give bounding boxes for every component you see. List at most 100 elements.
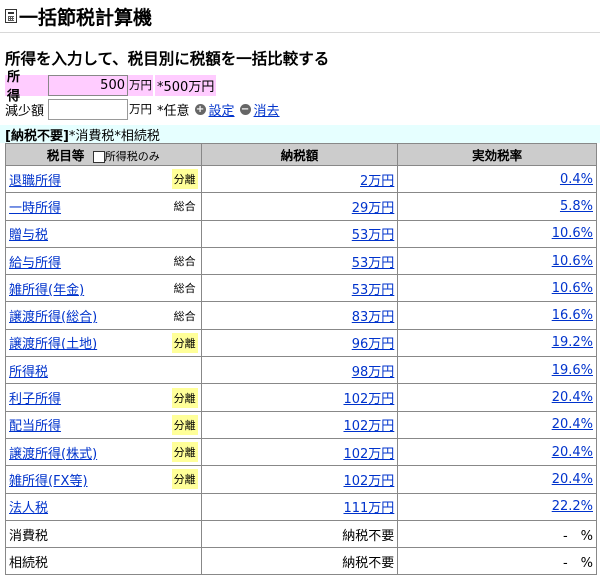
tax-free-text: *消費税*相続税 bbox=[68, 128, 160, 144]
tax-name[interactable]: 利子所得 bbox=[9, 388, 61, 407]
tax-amount[interactable]: 111万円 bbox=[343, 501, 394, 516]
rate-cell: 0.4% bbox=[397, 164, 597, 194]
table-row: 利子所得 分離 102万円 20.4% bbox=[5, 383, 597, 412]
amount-cell: 2万円 bbox=[200, 164, 399, 194]
effective-rate[interactable]: 10.6% bbox=[552, 254, 593, 269]
tax-name-cell: 一時所得 総合 bbox=[5, 192, 202, 221]
effective-rate[interactable]: 20.4% bbox=[552, 472, 593, 487]
effective-rate[interactable]: 19.2% bbox=[552, 335, 593, 350]
tax-free-line: [納税不要] *消費税*相続税 bbox=[0, 125, 600, 144]
tax-name: 消費税 bbox=[9, 528, 49, 544]
table-row: 法人税 111万円 22.2% bbox=[5, 492, 597, 521]
tax-name-cell: 給与所得 総合 bbox=[5, 246, 202, 276]
tax-name[interactable]: 雑所得(年金) bbox=[9, 279, 84, 298]
tax-name[interactable]: 給与所得 bbox=[9, 252, 61, 271]
tax-name[interactable]: 譲渡所得(土地) bbox=[9, 333, 97, 352]
table-body: 退職所得 分離 2万円 0.4% 一時所得 総合 29万円 5.8% 贈与税 53万円 10.6% 給… bbox=[5, 164, 597, 576]
rate-cell: 10.6% bbox=[397, 274, 597, 303]
tax-amount[interactable]: 102万円 bbox=[343, 419, 394, 434]
amount-cell: 納税不要 bbox=[200, 547, 399, 576]
tax-name[interactable]: 譲渡所得(株式) bbox=[9, 443, 97, 462]
income-input[interactable]: 500 bbox=[48, 74, 128, 96]
tax-name[interactable]: 配当所得 bbox=[9, 415, 61, 434]
tax-category-tag: 総合 bbox=[173, 282, 196, 296]
tax-amount[interactable]: 53万円 bbox=[352, 256, 395, 271]
tax-name-cell: 雑所得(年金) 総合 bbox=[5, 274, 202, 303]
tax-category-tag: 分離 bbox=[171, 332, 198, 353]
amount-cell: 53万円 bbox=[200, 219, 399, 248]
minus-circle-icon[interactable]: − bbox=[239, 103, 251, 115]
tax-amount: 納税不要 bbox=[342, 555, 395, 571]
amount-cell: 53万円 bbox=[200, 274, 399, 303]
deduction-unit: 万円 bbox=[129, 102, 152, 116]
tax-amount[interactable]: 53万円 bbox=[352, 228, 395, 243]
effective-rate[interactable]: 0.4% bbox=[560, 172, 593, 187]
effective-rate[interactable]: 10.6% bbox=[552, 281, 593, 296]
clear-button[interactable]: 消去 bbox=[254, 100, 280, 119]
tax-category-tag: 総合 bbox=[173, 255, 196, 269]
effective-rate[interactable]: 10.6% bbox=[552, 226, 593, 241]
tax-name-cell: 配当所得 分離 bbox=[5, 410, 202, 439]
tax-amount[interactable]: 96万円 bbox=[352, 337, 395, 352]
income-unit: 万円 bbox=[128, 74, 153, 96]
tax-amount[interactable]: 102万円 bbox=[343, 447, 394, 462]
tax-amount[interactable]: 102万円 bbox=[343, 474, 394, 489]
tax-amount[interactable]: 29万円 bbox=[352, 201, 395, 216]
tax-amount[interactable]: 83万円 bbox=[352, 310, 395, 325]
income-only-checkbox[interactable] bbox=[92, 150, 105, 163]
effective-rate[interactable]: 22.2% bbox=[552, 499, 593, 514]
table-row: 退職所得 分離 2万円 0.4% bbox=[5, 164, 597, 194]
tax-name-cell: 消費税 bbox=[5, 519, 202, 549]
income-only-label: 所得税のみ bbox=[104, 150, 160, 163]
rate-cell: 20.4% bbox=[397, 410, 597, 439]
rate-cell: 10.6% bbox=[397, 219, 597, 248]
table-row: 雑所得(年金) 総合 53万円 10.6% bbox=[5, 274, 597, 303]
tax-amount[interactable]: 102万円 bbox=[343, 392, 394, 407]
tax-name-cell: 所得税 bbox=[5, 356, 202, 385]
amount-cell: 111万円 bbox=[200, 492, 399, 521]
amount-cell: 83万円 bbox=[200, 301, 399, 330]
effective-rate: - % bbox=[562, 528, 593, 544]
header-rate: 実効税率 bbox=[397, 143, 597, 166]
set-button[interactable]: 設定 bbox=[209, 100, 235, 119]
effective-rate[interactable]: 20.4% bbox=[552, 417, 593, 432]
rate-cell: 20.4% bbox=[397, 437, 597, 467]
tax-name: 相続税 bbox=[9, 555, 49, 571]
tax-amount[interactable]: 53万円 bbox=[352, 283, 395, 298]
tax-name[interactable]: 一時所得 bbox=[9, 197, 61, 216]
tax-name-cell: 譲渡所得(総合) 総合 bbox=[5, 301, 202, 330]
tax-name[interactable]: 法人税 bbox=[9, 497, 48, 516]
title-bar: 一括節税計算機 bbox=[0, 0, 600, 33]
amount-cell: 102万円 bbox=[200, 465, 399, 494]
tax-free-bold: [納税不要] bbox=[5, 128, 69, 144]
effective-rate[interactable]: 20.4% bbox=[552, 445, 593, 460]
tax-amount[interactable]: 2万円 bbox=[360, 174, 394, 189]
tax-name[interactable]: 雑所得(FX等) bbox=[9, 470, 88, 489]
tax-name-cell: 譲渡所得(株式) 分離 bbox=[5, 437, 202, 467]
amount-cell: 29万円 bbox=[200, 192, 399, 221]
tax-name-cell: 法人税 bbox=[5, 492, 202, 521]
table-row: 給与所得 総合 53万円 10.6% bbox=[5, 246, 597, 276]
tax-name-cell: 利子所得 分離 bbox=[5, 383, 202, 412]
effective-rate[interactable]: 20.4% bbox=[552, 390, 593, 405]
tax-name[interactable]: 所得税 bbox=[9, 361, 48, 380]
table-row: 相続税 納税不要 - % bbox=[5, 547, 597, 576]
deduction-input[interactable] bbox=[48, 98, 128, 120]
amount-cell: 98万円 bbox=[200, 356, 399, 385]
effective-rate[interactable]: 19.6% bbox=[552, 363, 593, 378]
income-row: 所 得 500 万円 *500万円 bbox=[5, 70, 600, 104]
plus-circle-icon[interactable]: + bbox=[194, 103, 206, 115]
tax-name[interactable]: 譲渡所得(総合) bbox=[9, 306, 97, 325]
rate-cell: - % bbox=[397, 547, 597, 576]
effective-rate[interactable]: 16.6% bbox=[552, 308, 593, 323]
tax-name[interactable]: 退職所得 bbox=[9, 170, 61, 189]
tax-amount[interactable]: 98万円 bbox=[352, 365, 395, 380]
amount-cell: 102万円 bbox=[200, 383, 399, 412]
page-subtitle: 所得を入力して、税目別に税額を一括比較する bbox=[5, 50, 330, 68]
header-amount: 納税額 bbox=[200, 143, 399, 166]
table-row: 消費税 納税不要 - % bbox=[5, 519, 597, 549]
effective-rate[interactable]: 5.8% bbox=[560, 199, 593, 214]
income-label: 所 得 bbox=[5, 70, 58, 104]
rate-cell: 5.8% bbox=[397, 192, 597, 221]
tax-name[interactable]: 贈与税 bbox=[9, 224, 48, 243]
